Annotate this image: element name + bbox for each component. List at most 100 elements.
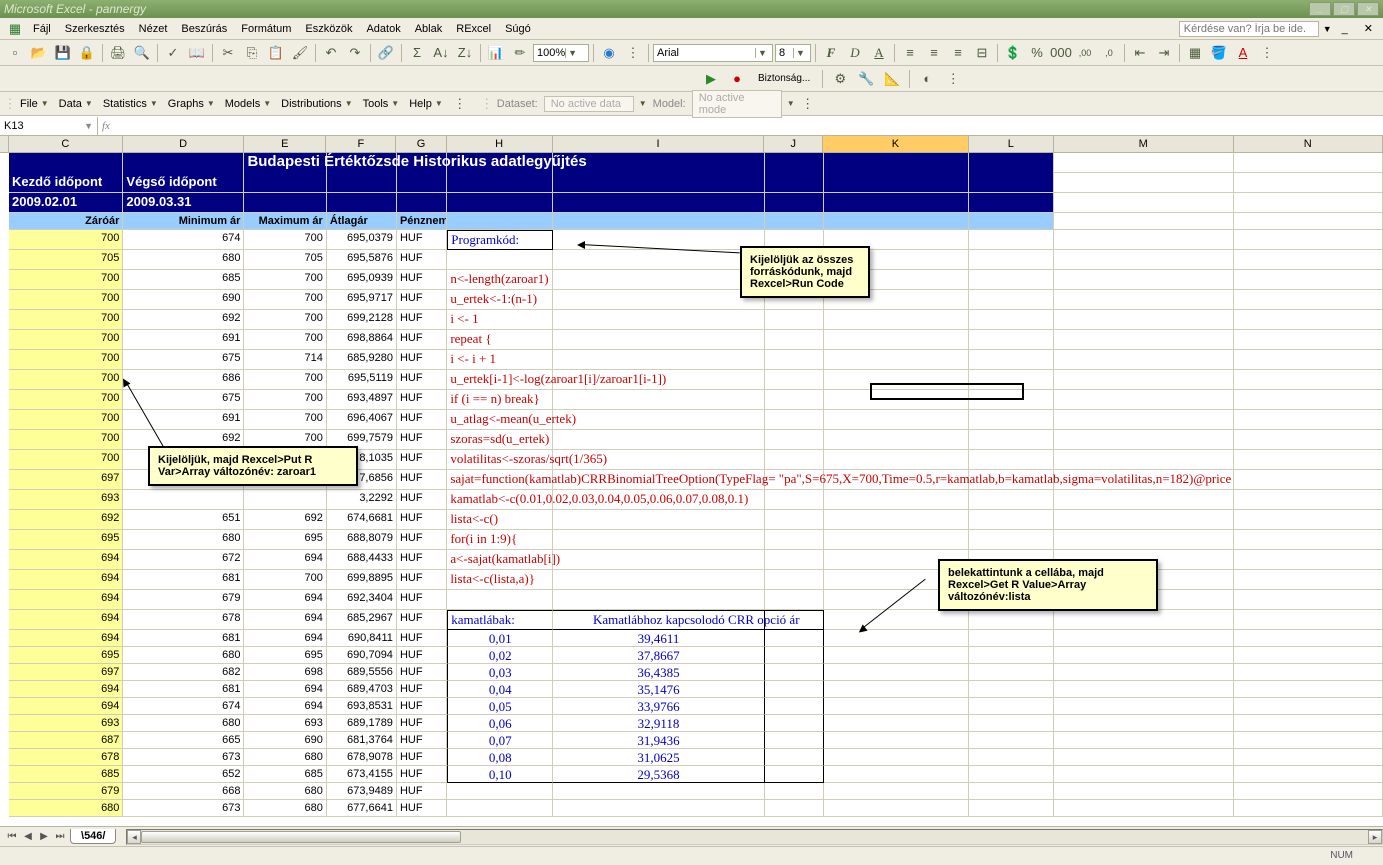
cell-min[interactable]: 680 bbox=[123, 647, 244, 664]
tab-last-icon[interactable]: ⏭ bbox=[52, 831, 68, 842]
cell-avg[interactable]: 689,1789 bbox=[327, 715, 397, 732]
code-cell[interactable]: u_ertek[i-1]<-log(zaroar1[i]/zaroar1[i-1… bbox=[447, 370, 553, 390]
kamat-k[interactable]: 0,05 bbox=[447, 698, 553, 715]
cell-cur[interactable]: HUF bbox=[397, 450, 447, 470]
cell-zaroar[interactable]: 693 bbox=[9, 490, 123, 510]
cell-zaroar[interactable]: 694 bbox=[9, 550, 123, 570]
kamat-k[interactable]: 0,04 bbox=[447, 681, 553, 698]
cell-min[interactable]: 685 bbox=[123, 270, 244, 290]
model-field[interactable]: No active mode bbox=[692, 90, 782, 118]
col-header-G[interactable]: G bbox=[396, 136, 446, 153]
cell-cur[interactable]: HUF bbox=[397, 490, 447, 510]
kamat-v[interactable]: 31,0625 bbox=[553, 749, 764, 766]
cell-cur[interactable]: HUF bbox=[397, 664, 447, 681]
cell-min[interactable]: 690 bbox=[123, 290, 244, 310]
merge-center-icon[interactable]: ⊟ bbox=[971, 42, 993, 64]
rexcel-graphs[interactable]: Graphs▼ bbox=[164, 96, 219, 112]
help-search-input[interactable] bbox=[1179, 21, 1319, 37]
undo-icon[interactable]: ↶ bbox=[320, 42, 342, 64]
cell-min[interactable]: 692 bbox=[123, 310, 244, 330]
run-macro-icon[interactable]: ▶ bbox=[700, 68, 722, 90]
scroll-right-icon[interactable]: ▸ bbox=[1368, 830, 1382, 844]
kamat-k[interactable]: 0,08 bbox=[447, 749, 553, 766]
ms-script-icon[interactable]: ◐ bbox=[916, 68, 938, 90]
cell-avg[interactable]: 695,0939 bbox=[327, 270, 397, 290]
kamat-v[interactable]: 35,1476 bbox=[553, 681, 764, 698]
cell-min[interactable]: 680 bbox=[123, 715, 244, 732]
cell-min[interactable]: 675 bbox=[123, 350, 244, 370]
code-cell[interactable]: a<-sajat(kamatlab[i]) bbox=[447, 550, 553, 570]
sheet-tab-active[interactable]: \546/ bbox=[70, 829, 116, 844]
kamat-v[interactable]: 37,8667 bbox=[553, 647, 764, 664]
percent-icon[interactable]: % bbox=[1026, 42, 1048, 64]
col-header-I[interactable]: I bbox=[553, 136, 765, 153]
menu-view[interactable]: Nézet bbox=[132, 21, 175, 37]
cell-max[interactable]: 700 bbox=[244, 310, 326, 330]
cell-max[interactable]: 692 bbox=[244, 510, 326, 530]
kamat-k[interactable]: 0,10 bbox=[447, 766, 553, 783]
cell-max[interactable]: 685 bbox=[244, 766, 326, 783]
cell-min[interactable]: 674 bbox=[123, 230, 244, 250]
cell-zaroar[interactable]: 679 bbox=[9, 783, 123, 800]
code-cell[interactable] bbox=[447, 250, 553, 270]
cell-cur[interactable]: HUF bbox=[397, 800, 447, 817]
decrease-decimal-icon[interactable]: ,0 bbox=[1098, 42, 1120, 64]
chevron-icon[interactable]: ⋮ bbox=[942, 68, 964, 90]
cell-avg[interactable]: 693,8531 bbox=[327, 698, 397, 715]
cell-max[interactable]: 695 bbox=[244, 530, 326, 550]
cell-avg[interactable]: 681,3764 bbox=[327, 732, 397, 749]
cell-max[interactable]: 694 bbox=[244, 550, 326, 570]
cell-avg[interactable]: 695,0379 bbox=[327, 230, 397, 250]
col-header-L[interactable]: L bbox=[969, 136, 1054, 153]
rexcel-grip-icon[interactable]: ⋮ bbox=[6, 93, 14, 115]
kamat-k[interactable]: 0,06 bbox=[447, 715, 553, 732]
cell-zaroar[interactable]: 700 bbox=[9, 370, 123, 390]
cell-max[interactable]: 714 bbox=[244, 350, 326, 370]
cell-cur[interactable]: HUF bbox=[397, 715, 447, 732]
cell-cur[interactable]: HUF bbox=[397, 681, 447, 698]
tab-prev-icon[interactable]: ◀ bbox=[20, 831, 36, 842]
cell-min[interactable]: 682 bbox=[123, 664, 244, 681]
select-all-corner[interactable] bbox=[0, 136, 9, 153]
cell-zaroar[interactable]: 700 bbox=[9, 430, 123, 450]
cell-cur[interactable]: HUF bbox=[397, 390, 447, 410]
code-cell[interactable]: if (i == n) break} bbox=[447, 390, 553, 410]
cell-avg[interactable]: 695,5119 bbox=[327, 370, 397, 390]
cell-cur[interactable]: HUF bbox=[397, 570, 447, 590]
cell-max[interactable]: 693 bbox=[244, 715, 326, 732]
code-cell[interactable]: volatilitas<-szoras/sqrt(1/365) bbox=[447, 450, 553, 470]
cell-avg[interactable]: 699,2128 bbox=[327, 310, 397, 330]
cell-zaroar[interactable]: 687 bbox=[9, 732, 123, 749]
sort-desc-icon[interactable]: Z↓ bbox=[454, 42, 476, 64]
toolbar-options-icon[interactable]: ⋮ bbox=[622, 42, 644, 64]
kamat-k[interactable]: 0,07 bbox=[447, 732, 553, 749]
save-icon[interactable]: 💾 bbox=[52, 42, 74, 64]
cell-avg[interactable]: 699,8895 bbox=[327, 570, 397, 590]
borders-icon[interactable]: ▦ bbox=[1184, 42, 1206, 64]
cell-max[interactable]: 700 bbox=[244, 570, 326, 590]
scroll-thumb[interactable] bbox=[141, 831, 461, 843]
cell-avg[interactable]: 696,4067 bbox=[327, 410, 397, 430]
name-box[interactable]: K13 ▼ bbox=[0, 117, 98, 135]
cell-zaroar[interactable]: 692 bbox=[9, 510, 123, 530]
cell-cur[interactable]: HUF bbox=[397, 530, 447, 550]
cell-avg[interactable]: 693,4897 bbox=[327, 390, 397, 410]
cell-max[interactable]: 698 bbox=[244, 664, 326, 681]
cell-max[interactable]: 700 bbox=[244, 270, 326, 290]
menu-data[interactable]: Adatok bbox=[359, 21, 407, 37]
cell-max[interactable]: 700 bbox=[244, 290, 326, 310]
cell-cur[interactable]: HUF bbox=[397, 732, 447, 749]
currency-icon[interactable]: 💲 bbox=[1002, 42, 1024, 64]
code-cell[interactable]: szoras=sd(u_ertek) bbox=[447, 430, 553, 450]
rexcel-models[interactable]: Models▼ bbox=[221, 96, 275, 112]
cell-cur[interactable]: HUF bbox=[397, 749, 447, 766]
cell-zaroar[interactable]: 694 bbox=[9, 698, 123, 715]
cell-cur[interactable]: HUF bbox=[397, 350, 447, 370]
cell-cur[interactable]: HUF bbox=[397, 410, 447, 430]
code-cell[interactable]: u_ertek<-1:(n-1) bbox=[447, 290, 553, 310]
excel-icon[interactable]: ▦ bbox=[4, 18, 26, 40]
dataset-field[interactable]: No active data bbox=[544, 96, 634, 112]
cell-zaroar[interactable]: 700 bbox=[9, 450, 123, 470]
tab-next-icon[interactable]: ▶ bbox=[36, 831, 52, 842]
cell-cur[interactable]: HUF bbox=[397, 270, 447, 290]
